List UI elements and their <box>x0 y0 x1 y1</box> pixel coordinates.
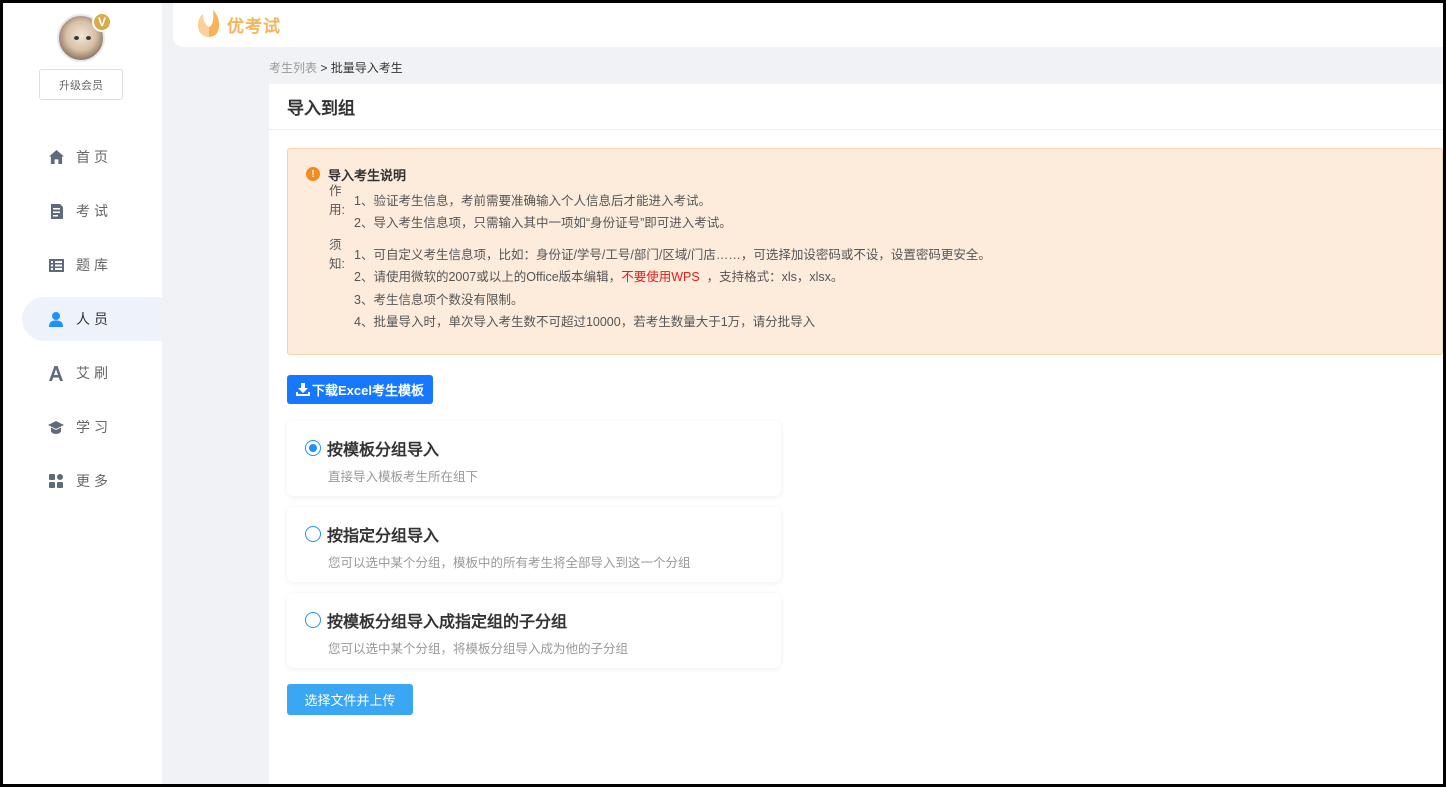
notice-row: 3、考生信息项个数没有限制。 <box>306 287 1442 310</box>
exam-icon <box>48 203 64 219</box>
sidebar-item-label: 首页 <box>76 149 112 165</box>
avatar-eye <box>86 36 91 40</box>
warning-icon: ! <box>306 167 320 181</box>
logo-text: 优考试 <box>227 16 281 36</box>
user-icon <box>48 311 64 327</box>
notice-text: 3、考生信息项个数没有限制。 <box>354 292 524 307</box>
wps-warning-text: 不要使用WPS <box>621 270 700 285</box>
notice-text: 2、请使用微软的2007或以上的Office版本编辑，不要使用WPS ，支持格式… <box>354 266 843 285</box>
sidebar-item-people[interactable]: 人员 <box>22 297 162 341</box>
sidebar-item-study[interactable]: 学习 <box>22 405 162 449</box>
sidebar-item-exam[interactable]: 考试 <box>22 189 162 233</box>
option-head: 按模板分组导入 <box>305 437 781 459</box>
option-description: 您可以选中某个分组，将模板分组导入成为他的子分组 <box>328 642 629 656</box>
sidebar-item-more[interactable]: 更多 <box>22 459 162 503</box>
notice-text: 2、导入考生信息项，只需输入其中一项如“身份证号”即可进入考试。 <box>354 216 732 231</box>
grid-more-icon <box>48 473 64 489</box>
main-panel: 导入到组 ! 导入考生说明 作用: 1、验证考生信息，考前需要准确输入个人信息后… <box>269 84 1443 784</box>
sidebar-item-question-bank[interactable]: 题库 <box>22 243 162 287</box>
question-bank-icon <box>48 257 64 273</box>
page-title: 导入到组 <box>269 84 1443 130</box>
upgrade-member-button[interactable]: 升级会员 <box>39 69 123 100</box>
notice-row: 须知: 1、可自定义考生信息项，比如：身份证/学号/工号/部门/区域/门店……，… <box>306 238 1442 271</box>
import-notice: ! 导入考生说明 作用: 1、验证考生信息，考前需要准确输入个人信息后才能进入考… <box>287 148 1443 355</box>
option-radio[interactable] <box>305 612 321 628</box>
sidebar-item-aishua[interactable]: 艾刷 <box>22 351 162 395</box>
notice-gap <box>306 233 1442 242</box>
breadcrumb: 考生列表 > 批量导入考生 <box>269 59 403 76</box>
breadcrumb-separator: > <box>320 61 328 75</box>
breadcrumb-parent-link[interactable]: 考生列表 <box>269 61 317 75</box>
notice-text: 1、验证考生信息，考前需要准确输入个人信息后才能进入考试。 <box>354 193 711 208</box>
notice-row: 作用: 1、验证考生信息，考前需要准确输入个人信息后才能进入考试。 <box>306 184 1442 217</box>
notice-title-row: ! 导入考生说明 <box>306 165 1442 183</box>
notice-row: 4、批量导入时，单次导入考生数不可超过10000，若考生数量大于1万，请分批导入 <box>306 310 1442 333</box>
import-option-template-group[interactable]: 按模板分组导入 直接导入模板考生所在组下 <box>287 421 781 496</box>
sidebar-item-label: 题库 <box>76 257 112 273</box>
graduation-cap-icon <box>48 419 64 435</box>
app-window: V 升级会员 首页 考试 题库 人员 艾刷 学习 更多 优考试 考生列表 > 批… <box>3 3 1443 784</box>
notice-text-part: 2、请使用微软的2007或以上的Office版本编辑， <box>354 270 622 285</box>
option-description: 您可以选中某个分组，模板中的所有考生将全部导入到这一个分组 <box>328 556 691 570</box>
notice-text-part: ，支持格式：xls，xlsx。 <box>706 270 844 285</box>
import-option-subgroup[interactable]: 按模板分组导入成指定组的子分组 您可以选中某个分组，将模板分组导入成为他的子分组 <box>287 593 781 668</box>
option-title: 按指定分组导入 <box>327 528 440 545</box>
sidebar-item-label: 考试 <box>76 203 112 219</box>
avatar-eye <box>74 36 79 40</box>
notice-text: 4、批量导入时，单次导入考生数不可超过10000，若考生数量大于1万，请分批导入 <box>354 315 816 330</box>
breadcrumb-current: 批量导入考生 <box>330 61 403 75</box>
option-title: 按模板分组导入 <box>327 442 440 459</box>
font-a-icon <box>48 365 64 381</box>
sidebar-item-home[interactable]: 首页 <box>22 135 162 179</box>
sidebar-item-label: 人员 <box>76 311 112 327</box>
vip-badge: V <box>92 12 112 32</box>
home-icon <box>48 149 64 165</box>
option-head: 按模板分组导入成指定组的子分组 <box>305 609 781 631</box>
download-template-button[interactable]: 下载Excel考生模板 <box>287 375 433 404</box>
notice-label: 须知: <box>329 238 345 272</box>
import-option-specified-group[interactable]: 按指定分组导入 您可以选中某个分组，模板中的所有考生将全部导入到这一个分组 <box>287 507 781 582</box>
sidebar-item-label: 学习 <box>76 419 112 435</box>
notice-text: 1、可自定义考生信息项，比如：身份证/学号/工号/部门/区域/门店……，可选择加… <box>354 247 991 262</box>
upload-file-button[interactable]: 选择文件并上传 <box>287 684 413 715</box>
option-radio[interactable] <box>305 440 321 456</box>
notice-row: 2、请使用微软的2007或以上的Office版本编辑，不要使用WPS ，支持格式… <box>306 265 1442 288</box>
sidebar-nav: 首页 考试 题库 人员 艾刷 学习 更多 <box>3 135 162 513</box>
option-title: 按模板分组导入成指定组的子分组 <box>327 614 568 631</box>
option-description: 直接导入模板考生所在组下 <box>328 470 479 484</box>
option-head: 按指定分组导入 <box>305 523 781 545</box>
logo[interactable]: 优考试 <box>197 10 281 38</box>
notice-row: 2、导入考生信息项，只需输入其中一项如“身份证号”即可进入考试。 <box>306 211 1442 234</box>
download-icon <box>296 383 310 396</box>
sidebar-item-label: 艾刷 <box>76 365 112 381</box>
sidebar-item-label: 更多 <box>76 473 112 489</box>
top-bar: 优考试 <box>173 3 1443 47</box>
download-template-label: 下载Excel考生模板 <box>312 383 424 398</box>
sidebar: V 升级会员 首页 考试 题库 人员 艾刷 学习 更多 <box>3 3 162 784</box>
option-radio[interactable] <box>305 526 321 542</box>
logo-icon <box>197 10 221 38</box>
notice-label: 作用: <box>329 184 345 218</box>
